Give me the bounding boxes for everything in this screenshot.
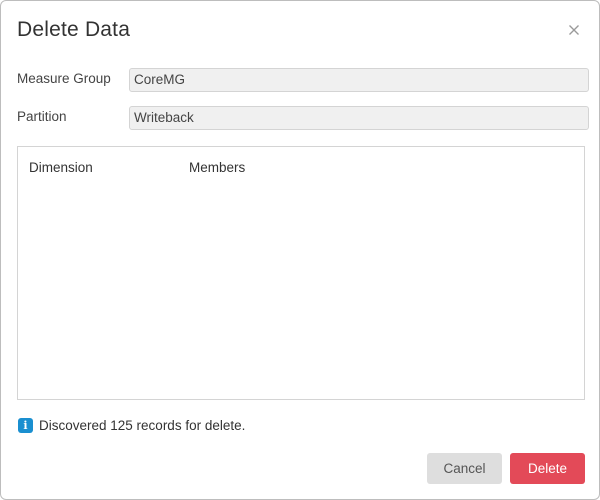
partition-label: Partition [17, 109, 67, 124]
cancel-button[interactable]: Cancel [427, 453, 502, 484]
measure-group-row: Measure Group [17, 68, 589, 92]
dimension-members-grid[interactable]: Dimension Members [17, 146, 585, 400]
delete-button[interactable]: Delete [510, 453, 585, 484]
dialog-title: Delete Data [17, 18, 131, 41]
info-text: Discovered 125 records for delete. [39, 418, 246, 433]
partition-row: Partition [17, 106, 589, 130]
close-icon[interactable] [567, 23, 581, 37]
delete-data-dialog: Delete Data Measure Group Partition Dime… [0, 0, 600, 500]
column-header-dimension[interactable]: Dimension [29, 160, 93, 175]
partition-field[interactable] [129, 106, 589, 130]
measure-group-label: Measure Group [17, 71, 111, 86]
info-icon: i [18, 418, 33, 433]
measure-group-field[interactable] [129, 68, 589, 92]
column-header-members[interactable]: Members [189, 160, 245, 175]
